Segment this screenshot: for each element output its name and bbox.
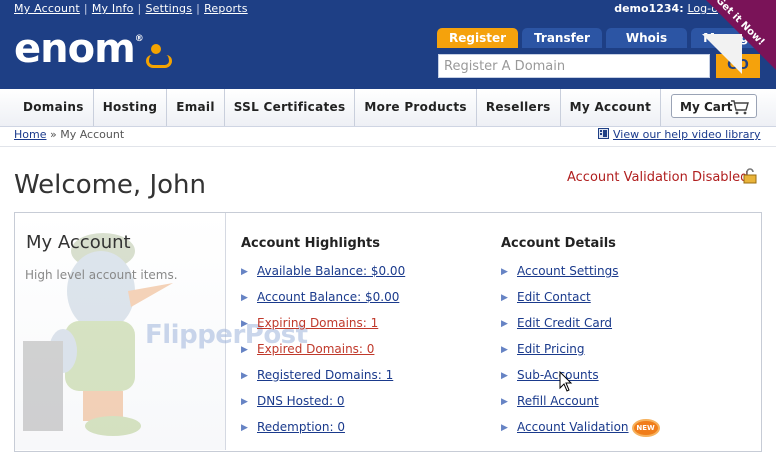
- top-links: My Account | My Info | Settings | Reports: [14, 2, 248, 15]
- arrow-icon: ▶: [501, 319, 508, 329]
- main-nav: Domains Hosting Email SSL Certificates M…: [0, 89, 776, 127]
- validation-status[interactable]: Account Validation Disabled: [567, 170, 748, 185]
- arrow-icon: ▶: [241, 397, 248, 407]
- list-item[interactable]: ▶ Account Balance: $0.00: [241, 290, 405, 316]
- arrow-icon: ▶: [241, 345, 248, 355]
- nav-my-account[interactable]: My Account: [561, 89, 662, 126]
- registered-domains-link[interactable]: Registered Domains: 1: [257, 368, 393, 382]
- new-badge: NEW: [633, 420, 658, 435]
- list-item[interactable]: ▶ Available Balance: $0.00: [241, 264, 405, 290]
- list-item[interactable]: ▶ Expired Domains: 0: [241, 342, 405, 368]
- arrow-icon: ▶: [501, 267, 508, 277]
- available-balance-link[interactable]: Available Balance: $0.00: [257, 264, 405, 278]
- refill-account-link[interactable]: Refill Account: [517, 394, 599, 408]
- list-item[interactable]: ▶ Account Validation NEW: [501, 420, 658, 446]
- expiring-domains-link[interactable]: Expiring Domains: 1: [257, 316, 378, 330]
- nav-hosting[interactable]: Hosting: [94, 89, 168, 126]
- header-bar: My Account | My Info | Settings | Reports demo…: [0, 0, 776, 89]
- lock-icon: [743, 168, 757, 184]
- top-link-reports[interactable]: Reports: [204, 2, 248, 15]
- top-link-my-account[interactable]: My Account: [14, 2, 80, 15]
- arrow-icon: ▶: [501, 371, 508, 381]
- list-item[interactable]: ▶ Sub-Accounts: [501, 368, 658, 394]
- list-item[interactable]: ▶ Redemption: 0: [241, 420, 405, 446]
- nav-ssl-certificates[interactable]: SSL Certificates: [225, 89, 356, 126]
- page-title: Welcome, John: [14, 170, 206, 200]
- expired-domains-link[interactable]: Expired Domains: 0: [257, 342, 374, 356]
- page-curl-icon: [702, 34, 742, 74]
- account-validation-link[interactable]: Account Validation: [517, 420, 629, 434]
- username: demo1234:: [614, 2, 684, 15]
- account-balance-link[interactable]: Account Balance: $0.00: [257, 290, 399, 304]
- list-item[interactable]: ▶ DNS Hosted: 0: [241, 394, 405, 420]
- cart-label: My Cart: [680, 100, 733, 114]
- logo-text: enom: [14, 26, 136, 72]
- list-item[interactable]: ▶ Registered Domains: 1: [241, 368, 405, 394]
- dns-hosted-link[interactable]: DNS Hosted: 0: [257, 394, 344, 408]
- user-info: demo1234: Log-o: [614, 2, 718, 15]
- sub-accounts-link[interactable]: Sub-Accounts: [517, 368, 599, 382]
- arrow-icon: ▶: [241, 267, 248, 277]
- video-icon: [598, 128, 609, 139]
- arrow-icon: ▶: [241, 423, 248, 433]
- highlights-list: ▶ Available Balance: $0.00 ▶ Account Balan…: [241, 264, 405, 446]
- edit-credit-card-link[interactable]: Edit Credit Card: [517, 316, 612, 330]
- edit-contact-link[interactable]: Edit Contact: [517, 290, 591, 304]
- top-link-settings[interactable]: Settings: [145, 2, 192, 15]
- nav-more-products[interactable]: More Products: [355, 89, 477, 126]
- breadcrumb-current: My Account: [60, 128, 125, 141]
- breadcrumb-separator: »: [49, 128, 57, 141]
- list-item[interactable]: ▶ Refill Account: [501, 394, 658, 420]
- top-link-my-info[interactable]: My Info: [92, 2, 134, 15]
- highlights-title: Account Highlights: [241, 236, 380, 251]
- arrow-icon: ▶: [241, 293, 248, 303]
- arrow-icon: ▶: [241, 319, 248, 329]
- nav-resellers[interactable]: Resellers: [477, 89, 561, 126]
- list-item[interactable]: ▶ Edit Contact: [501, 290, 658, 316]
- tab-whois[interactable]: Whois: [605, 28, 688, 48]
- logo-swoosh: [146, 55, 172, 68]
- nav-email[interactable]: Email: [167, 89, 225, 126]
- divider: [0, 146, 776, 147]
- arrow-icon: ▶: [501, 397, 508, 407]
- details-title: Account Details: [501, 236, 616, 251]
- details-list: ▶ Account Settings ▶ Edit Contact ▶ Edit Cr…: [501, 264, 658, 446]
- domain-search-input[interactable]: Register A Domain: [438, 54, 710, 78]
- cart-icon: [731, 100, 749, 115]
- account-settings-link[interactable]: Account Settings: [517, 264, 618, 278]
- breadcrumb-home[interactable]: Home: [14, 128, 46, 141]
- edit-pricing-link[interactable]: Edit Pricing: [517, 342, 585, 356]
- mouse-cursor-icon: [559, 371, 573, 392]
- help-video-link[interactable]: View our help video library: [598, 128, 761, 141]
- list-item[interactable]: ▶ Edit Pricing: [501, 342, 658, 368]
- tab-transfer[interactable]: Transfer: [522, 28, 602, 48]
- sidebar-subtitle: High level account items.: [25, 268, 178, 282]
- arrow-icon: ▶: [501, 345, 508, 355]
- list-item[interactable]: ▶ Edit Credit Card: [501, 316, 658, 342]
- my-cart-button[interactable]: My Cart: [671, 94, 757, 118]
- enom-logo[interactable]: enom®: [14, 26, 144, 72]
- logo-dot: [151, 44, 161, 54]
- nav-domains[interactable]: Domains: [14, 89, 94, 126]
- arrow-icon: ▶: [241, 371, 248, 381]
- help-video-label[interactable]: View our help video library: [613, 128, 761, 141]
- arrow-icon: ▶: [501, 423, 508, 433]
- redemption-link[interactable]: Redemption: 0: [257, 420, 345, 434]
- breadcrumb: Home » My Account: [14, 128, 124, 141]
- list-item[interactable]: ▶ Expiring Domains: 1: [241, 316, 405, 342]
- tab-register[interactable]: Register: [437, 28, 519, 48]
- sidebar-title: My Account: [26, 232, 131, 253]
- list-item[interactable]: ▶ Account Settings: [501, 264, 658, 290]
- arrow-icon: ▶: [501, 293, 508, 303]
- registered-mark: ®: [134, 34, 144, 44]
